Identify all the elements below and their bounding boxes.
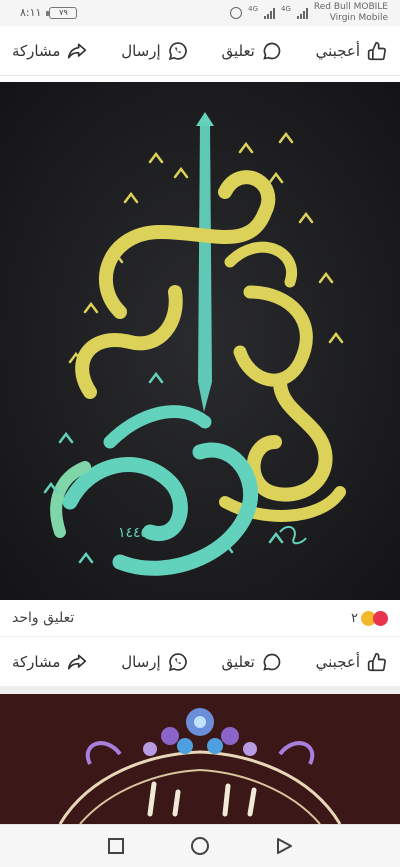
comment-label: تعليق — [221, 41, 255, 60]
share-button[interactable]: مشاركة — [12, 40, 88, 62]
share-arrow-icon — [66, 651, 88, 673]
carrier-line-2: Virgin Mobile — [329, 13, 388, 23]
comment-label: تعليق — [221, 652, 255, 671]
carrier-info: Red Bull MOBILE Virgin Mobile — [314, 2, 388, 24]
home-button[interactable] — [190, 836, 210, 856]
send-label: إرسال — [121, 652, 161, 671]
send-label: إرسال — [121, 41, 161, 60]
network-badge-2: 4G — [281, 5, 291, 13]
heart-reaction-icon — [373, 610, 388, 626]
send-button-2[interactable]: إرسال — [121, 651, 188, 673]
share-button-2[interactable]: مشاركة — [12, 651, 88, 673]
status-bar: ٨:١١ ٧٩ 4G 4G Red Bull MOBILE Virgin Mob… — [0, 0, 400, 26]
artwork-year: ١٤٤٥ — [118, 525, 148, 541]
status-left: ٨:١١ ٧٩ — [20, 6, 78, 19]
whatsapp-notification-icon — [230, 7, 243, 19]
share-label: مشاركة — [12, 41, 61, 60]
post-image-ornament[interactable] — [0, 694, 400, 824]
post-divider — [0, 686, 400, 694]
comment-button-2[interactable]: تعليق — [221, 651, 282, 673]
reaction-count: ٢ — [351, 610, 358, 626]
reactions-row: تعليق واحد ٢ — [0, 600, 400, 636]
battery-icon: ٧٩ — [46, 6, 78, 19]
signal-icon-2 — [296, 7, 308, 19]
thumbs-up-icon — [366, 651, 388, 673]
comment-bubble-icon — [261, 651, 283, 673]
network-badge: 4G — [248, 5, 259, 13]
send-button[interactable]: إرسال — [121, 40, 188, 62]
thumbs-up-icon — [366, 40, 388, 62]
share-label: مشاركة — [12, 652, 61, 671]
like-button[interactable]: أعجبني — [316, 40, 388, 62]
whatsapp-icon — [167, 651, 189, 673]
circle-icon — [191, 837, 209, 855]
post-actions-top: أعجبني تعليق إرسال مشاركة — [0, 26, 400, 76]
comment-bubble-icon — [261, 40, 283, 62]
post-actions-bottom: أعجبني تعليق إرسال مشاركة — [0, 636, 400, 686]
recent-apps-button[interactable] — [106, 836, 126, 856]
share-arrow-icon — [66, 40, 88, 62]
triangle-icon — [277, 838, 292, 854]
status-right: 4G 4G Red Bull MOBILE Virgin Mobile — [230, 2, 388, 24]
battery-level: ٧٩ — [59, 8, 68, 17]
carrier-line-1: Red Bull MOBILE — [313, 2, 388, 12]
like-label: أعجبني — [315, 652, 360, 671]
signal-icon — [264, 7, 276, 19]
like-button-2[interactable]: أعجبني — [316, 651, 388, 673]
post-image-calligraphy[interactable]: ١٤٤٥ — [0, 82, 400, 600]
calligraphy-artwork: ١٤٤٥ — [0, 82, 400, 600]
comment-count[interactable]: تعليق واحد — [12, 610, 74, 626]
like-label: أعجبني — [315, 41, 360, 60]
clock-text: ٨:١١ — [20, 6, 42, 19]
square-icon — [108, 838, 124, 854]
ornament-artwork — [0, 694, 400, 824]
comment-button[interactable]: تعليق — [221, 40, 282, 62]
system-navigation-bar — [0, 824, 400, 867]
reaction-summary[interactable]: ٢ — [351, 610, 388, 626]
whatsapp-icon — [167, 40, 189, 62]
back-button[interactable] — [274, 836, 294, 856]
